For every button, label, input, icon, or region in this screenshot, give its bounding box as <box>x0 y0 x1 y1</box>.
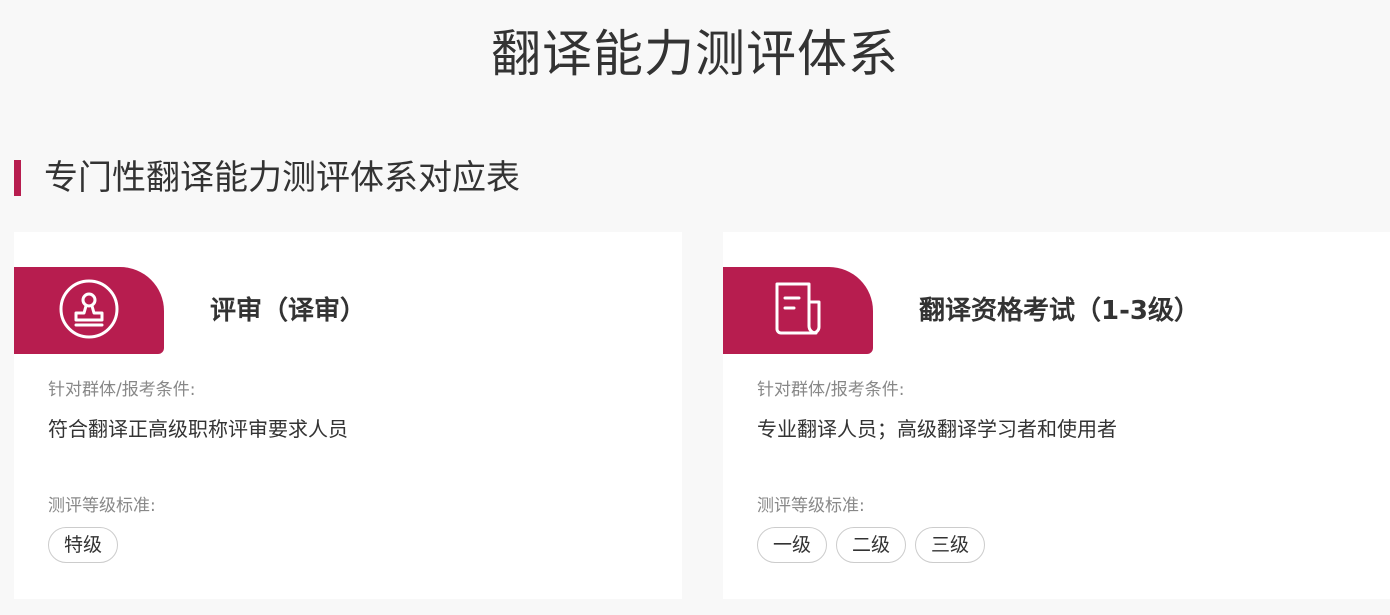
level-tag-level-1[interactable]: 一级 <box>757 527 828 563</box>
section-heading: 专门性翻译能力测评体系对应表 <box>14 156 520 200</box>
target-group-label: 针对群体/报考条件: <box>757 380 905 400</box>
card-title: 评审（译审） <box>210 296 367 326</box>
level-standard-label: 测评等级标准: <box>48 496 156 516</box>
card-title: 翻译资格考试（1-3级） <box>919 296 1200 326</box>
page-title: 翻译能力测评体系 <box>491 25 899 83</box>
level-tags: 特级 <box>48 527 127 563</box>
page: 翻译能力测评体系 专门性翻译能力测评体系对应表 评审（译审） 针对群体/报考条件… <box>0 0 1390 615</box>
level-standard-label: 测评等级标准: <box>757 496 865 516</box>
target-group-value: 专业翻译人员；高级翻译学习者和使用者 <box>757 417 1117 441</box>
level-tags: 一级 二级 三级 <box>757 527 994 563</box>
section-title: 专门性翻译能力测评体系对应表 <box>44 158 520 198</box>
card-badge <box>14 267 164 354</box>
level-tag-special[interactable]: 特级 <box>48 527 119 563</box>
level-tag-level-2[interactable]: 二级 <box>836 527 907 563</box>
card-qualification-exam[interactable]: 翻译资格考试（1-3级） 针对群体/报考条件: 专业翻译人员；高级翻译学习者和使… <box>723 232 1390 599</box>
section-accent-bar <box>14 160 21 196</box>
card-review[interactable]: 评审（译审） 针对群体/报考条件: 符合翻译正高级职称评审要求人员 测评等级标准… <box>14 232 682 599</box>
target-group-value: 符合翻译正高级职称评审要求人员 <box>48 417 348 441</box>
document-icon <box>767 278 829 344</box>
stamp-icon <box>58 278 120 344</box>
level-tag-level-3[interactable]: 三级 <box>915 527 986 563</box>
card-badge <box>723 267 873 354</box>
target-group-label: 针对群体/报考条件: <box>48 380 196 400</box>
